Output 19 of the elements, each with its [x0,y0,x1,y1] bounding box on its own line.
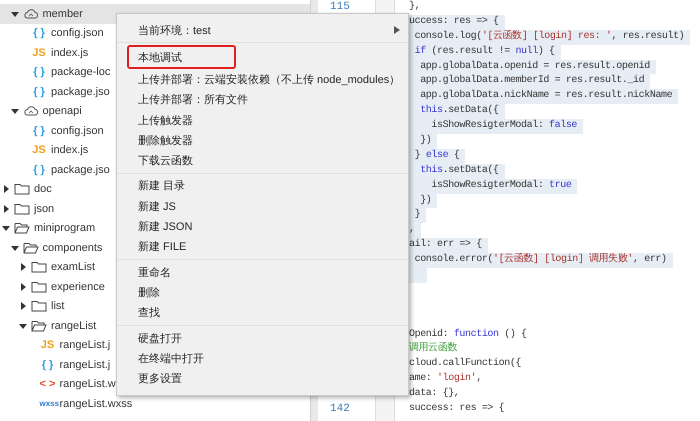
line-number: 142 [330,403,350,416]
file-type-icon: JS [40,339,56,352]
file-type-icon: { } [31,27,47,40]
code-line: data: {}, [409,387,460,402]
code-line: ame: 'login', [409,372,483,386]
code-line: success: res => { [409,402,506,416]
file-type-icon: { } [31,124,47,137]
code-line: }, [409,0,422,14]
file-type-icon: { } [31,66,47,78]
file-type-icon: { } [40,358,56,371]
file-type-icon: { } [31,164,47,176]
file-type-icon: JS [31,144,47,156]
file-type-icon: < > [40,378,56,390]
file-type-icon: JS [31,46,47,59]
line-number: 115 [330,1,350,13]
code-line: 调用云函数 [409,342,458,356]
code-line: cloud.callFunction({ [409,357,522,372]
file-type-icon: { } [31,86,47,98]
code-line: Openid: function () { [409,328,528,342]
